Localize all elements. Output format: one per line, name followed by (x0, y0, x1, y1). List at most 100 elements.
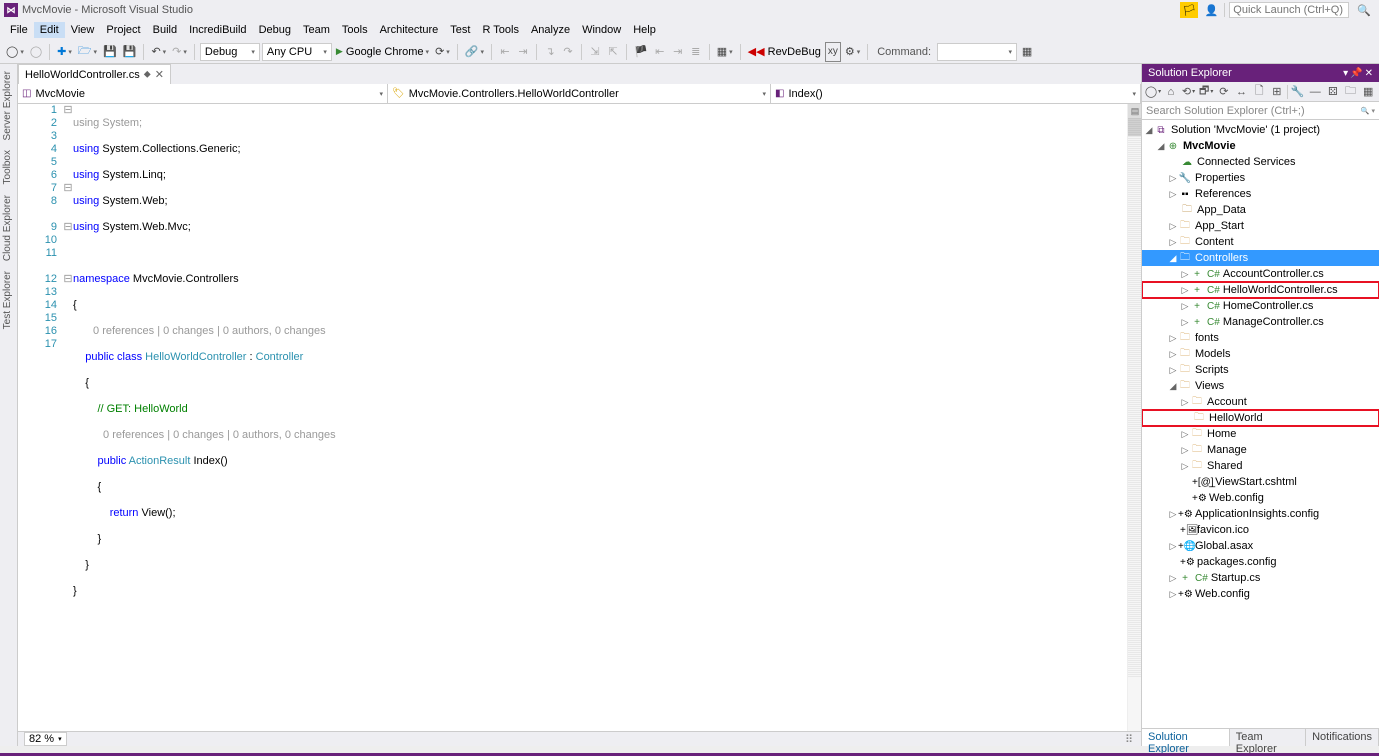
nav-class[interactable]: 🏷 MvcMovie.Controllers.HelloWorldControl… (388, 84, 771, 103)
se-viewer-button[interactable]: ▦ (1360, 84, 1376, 100)
se-viewcode-button[interactable]: ⚄ (1325, 84, 1341, 100)
global-node[interactable]: ▷+🌐Global.asax (1142, 538, 1379, 554)
content-node[interactable]: ▷🗀Content (1142, 234, 1379, 250)
platform-combo[interactable]: Any CPU▾ (262, 43, 332, 61)
panel-pin-icon[interactable]: 📌 (1350, 68, 1362, 79)
nav-member[interactable]: ◧ Index() ▾ (771, 84, 1141, 103)
code-editor[interactable]: 12345 678 9 1011 1213 14151617 ⊟ ⊟⊟ ⊟ us… (18, 104, 1141, 731)
menu-test[interactable]: Test (444, 22, 476, 38)
threads-button[interactable]: ≣ (688, 42, 704, 62)
se-scope-button[interactable]: 🗗▾ (1198, 84, 1214, 100)
code-outline[interactable]: ⊟ ⊟⊟ ⊟ (63, 104, 73, 731)
scripts-node[interactable]: ▷🗀Scripts (1142, 362, 1379, 378)
start-debug-button[interactable]: ▶ Google Chrome▾ (334, 42, 431, 62)
packages-node[interactable]: +⚙packages.config (1142, 554, 1379, 570)
se-search-input[interactable]: Search Solution Explorer (Ctrl+;) 🔍 ▾ (1142, 102, 1379, 120)
tab-team-explorer[interactable]: Team Explorer (1230, 729, 1306, 746)
menu-file[interactable]: File (4, 22, 34, 38)
appstart-node[interactable]: ▷🗀App_Start (1142, 218, 1379, 234)
undo-button[interactable]: ↶▾ (149, 42, 168, 62)
se-properties-button[interactable]: 🔧 (1290, 84, 1306, 100)
command-run-button[interactable]: ▦ (1019, 42, 1035, 62)
step-button-2[interactable]: ⇥ (515, 42, 531, 62)
flag-button[interactable]: 🏴 (632, 42, 650, 62)
accountcontroller-node[interactable]: ▷+C# AccountController.cs (1142, 266, 1379, 282)
solution-node[interactable]: ◢⧉Solution 'MvcMovie' (1 project) (1142, 122, 1379, 138)
redo-button[interactable]: ↷▾ (170, 42, 189, 62)
menu-project[interactable]: Project (100, 22, 146, 38)
save-all-button[interactable]: 💾 (121, 42, 139, 62)
favicon-node[interactable]: +🖼favicon.ico (1142, 522, 1379, 538)
view-helloworld-node[interactable]: 🗀HelloWorld (1142, 410, 1379, 426)
chevron-down-icon[interactable]: ◢ (1168, 381, 1178, 392)
command-combo[interactable]: ▾ (937, 43, 1017, 61)
browser-refresh-button[interactable]: ⟳▾ (433, 42, 452, 62)
new-project-button[interactable]: ✚▾ (55, 42, 74, 62)
menu-analyze[interactable]: Analyze (525, 22, 576, 38)
nav-scope[interactable]: ◫ MvcMovie ▾ (18, 84, 388, 103)
open-file-button[interactable]: 🗁▾ (76, 42, 99, 62)
se-showall-button[interactable]: 🗋 (1251, 84, 1267, 100)
split-button[interactable]: ▤ (1128, 104, 1141, 118)
panel-menu-icon[interactable]: ▾ (1343, 68, 1348, 79)
solution-explorer-header[interactable]: Solution Explorer ▾ 📌 ✕ (1142, 64, 1379, 82)
menu-team[interactable]: Team (297, 22, 336, 38)
step-into-button[interactable]: ↴ (542, 42, 558, 62)
xy-toggle[interactable]: xy (825, 42, 841, 62)
views-node[interactable]: ◢🗀Views (1142, 378, 1379, 394)
se-refresh-button[interactable]: ⟳ (1216, 84, 1232, 100)
config-combo[interactable]: Debug▾ (200, 43, 260, 61)
view-account-node[interactable]: ▷🗀Account (1142, 394, 1379, 410)
helloworldcontroller-node[interactable]: ▷+C# HelloWorldController.cs (1142, 282, 1379, 298)
gear-button[interactable]: ⚙▾ (843, 42, 862, 62)
models-node[interactable]: ▷🗀Models (1142, 346, 1379, 362)
view-shared-node[interactable]: ▷🗀Shared (1142, 458, 1379, 474)
thread-next-button[interactable]: ⇥ (670, 42, 686, 62)
menu-debug[interactable]: Debug (253, 22, 297, 38)
chevron-down-icon[interactable]: ◢ (1168, 253, 1178, 264)
se-preview-button[interactable]: ⊞ (1269, 84, 1285, 100)
step-out-button[interactable]: ⇲ (587, 42, 603, 62)
homecontroller-node[interactable]: ▷+C# HomeController.cs (1142, 298, 1379, 314)
connected-services-node[interactable]: ☁Connected Services (1142, 154, 1379, 170)
viewstart-node[interactable]: +[@]_ViewStart.cshtml (1142, 474, 1379, 490)
se-collapse-button[interactable]: ↔ (1234, 84, 1250, 100)
panel-close-icon[interactable]: ✕ (1365, 68, 1373, 79)
nav-fwd-button[interactable]: ◯ (28, 42, 44, 62)
managecontroller-node[interactable]: ▷+C# ManageController.cs (1142, 314, 1379, 330)
zoom-combo[interactable]: 82 %▾ (24, 732, 67, 746)
search-icon[interactable]: 🔍 (1353, 4, 1375, 17)
properties-node[interactable]: ▷🔧Properties (1142, 170, 1379, 186)
startup-node[interactable]: ▷+C# Startup.cs (1142, 570, 1379, 586)
se-showfiles-button[interactable]: — (1307, 84, 1323, 100)
appinsights-node[interactable]: ▷+⚙ApplicationInsights.config (1142, 506, 1379, 522)
webconfig-views-node[interactable]: +⚙Web.config (1142, 490, 1379, 506)
chevron-down-icon[interactable]: ◢ (1156, 141, 1166, 152)
revdebug-icon[interactable]: ▦▾ (715, 42, 735, 62)
tab-cloud-explorer[interactable]: Cloud Explorer (0, 190, 15, 266)
references-node[interactable]: ▷▪▪References (1142, 186, 1379, 202)
tab-test-explorer[interactable]: Test Explorer (0, 266, 15, 334)
tab-solution-explorer[interactable]: Solution Explorer (1142, 729, 1230, 746)
vertical-scrollmap[interactable]: ▤ (1127, 104, 1141, 731)
save-button[interactable]: 💾 (101, 42, 119, 62)
view-home-node[interactable]: ▷🗀Home (1142, 426, 1379, 442)
menu-incredibuild[interactable]: IncrediBuild (183, 22, 252, 38)
fonts-node[interactable]: ▷🗀fonts (1142, 330, 1379, 346)
menu-view[interactable]: View (65, 22, 101, 38)
tab-server-explorer[interactable]: Server Explorer (0, 66, 15, 145)
menu-build[interactable]: Build (147, 22, 183, 38)
step-button-1[interactable]: ⇤ (497, 42, 513, 62)
step-button-3[interactable]: ⇱ (605, 42, 621, 62)
menu-help[interactable]: Help (627, 22, 662, 38)
menu-window[interactable]: Window (576, 22, 627, 38)
se-back-button[interactable]: ◯▾ (1145, 84, 1161, 100)
project-node[interactable]: ◢⊕MvcMovie (1142, 138, 1379, 154)
notification-flag-icon[interactable]: 🏳 (1180, 2, 1198, 18)
appdata-node[interactable]: 🗀App_Data (1142, 202, 1379, 218)
file-tab-active[interactable]: HelloWorldController.cs ⬥ ✕ (18, 64, 171, 84)
menu-tools[interactable]: Tools (336, 22, 374, 38)
menu-architecture[interactable]: Architecture (374, 22, 445, 38)
tab-notifications[interactable]: Notifications (1306, 729, 1379, 746)
menu-rtools[interactable]: R Tools (476, 22, 524, 38)
